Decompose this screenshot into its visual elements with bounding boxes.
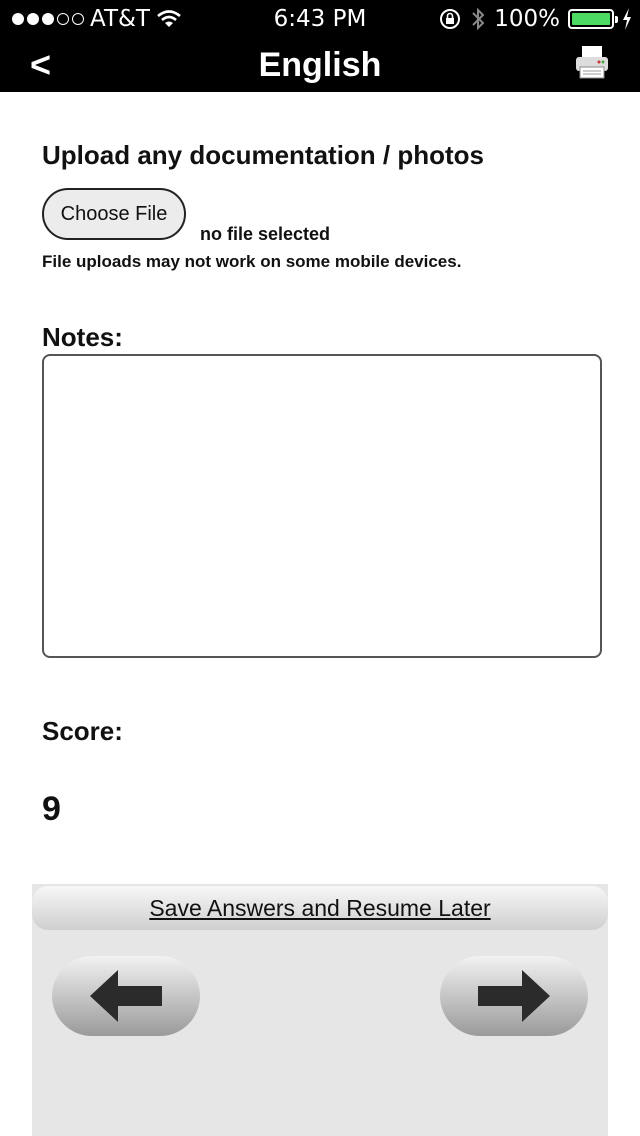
battery-icon (568, 9, 618, 29)
bluetooth-icon (472, 7, 485, 31)
orientation-lock-icon (440, 9, 461, 29)
page-title: English (258, 46, 382, 84)
battery-percent: 100% (494, 6, 560, 32)
next-button[interactable] (440, 956, 588, 1036)
charging-bolt-icon (623, 8, 631, 30)
printer-icon (576, 46, 608, 79)
score-label: Score: (42, 716, 123, 746)
previous-button[interactable] (52, 956, 200, 1036)
print-button[interactable] (574, 44, 610, 80)
status-bar: AT&T 6:43 PM 100% (0, 0, 640, 40)
save-resume-button[interactable]: Save Answers and Resume Later (32, 886, 608, 930)
choose-file-button[interactable]: Choose File (42, 188, 186, 240)
notes-label: Notes: (42, 322, 123, 352)
file-status-text: no file selected (200, 224, 331, 244)
arrow-left-icon (90, 970, 162, 1022)
arrow-right-icon (478, 970, 550, 1022)
notes-textarea[interactable] (42, 354, 602, 658)
upload-warning-note: File uploads may not work on some mobile… (42, 252, 462, 271)
upload-heading: Upload any documentation / photos (42, 140, 484, 170)
status-right: 100% (438, 6, 632, 32)
score-value: 9 (42, 790, 61, 828)
footer-panel: Save Answers and Resume Later (32, 884, 608, 1136)
nav-bar: < English (0, 40, 640, 92)
